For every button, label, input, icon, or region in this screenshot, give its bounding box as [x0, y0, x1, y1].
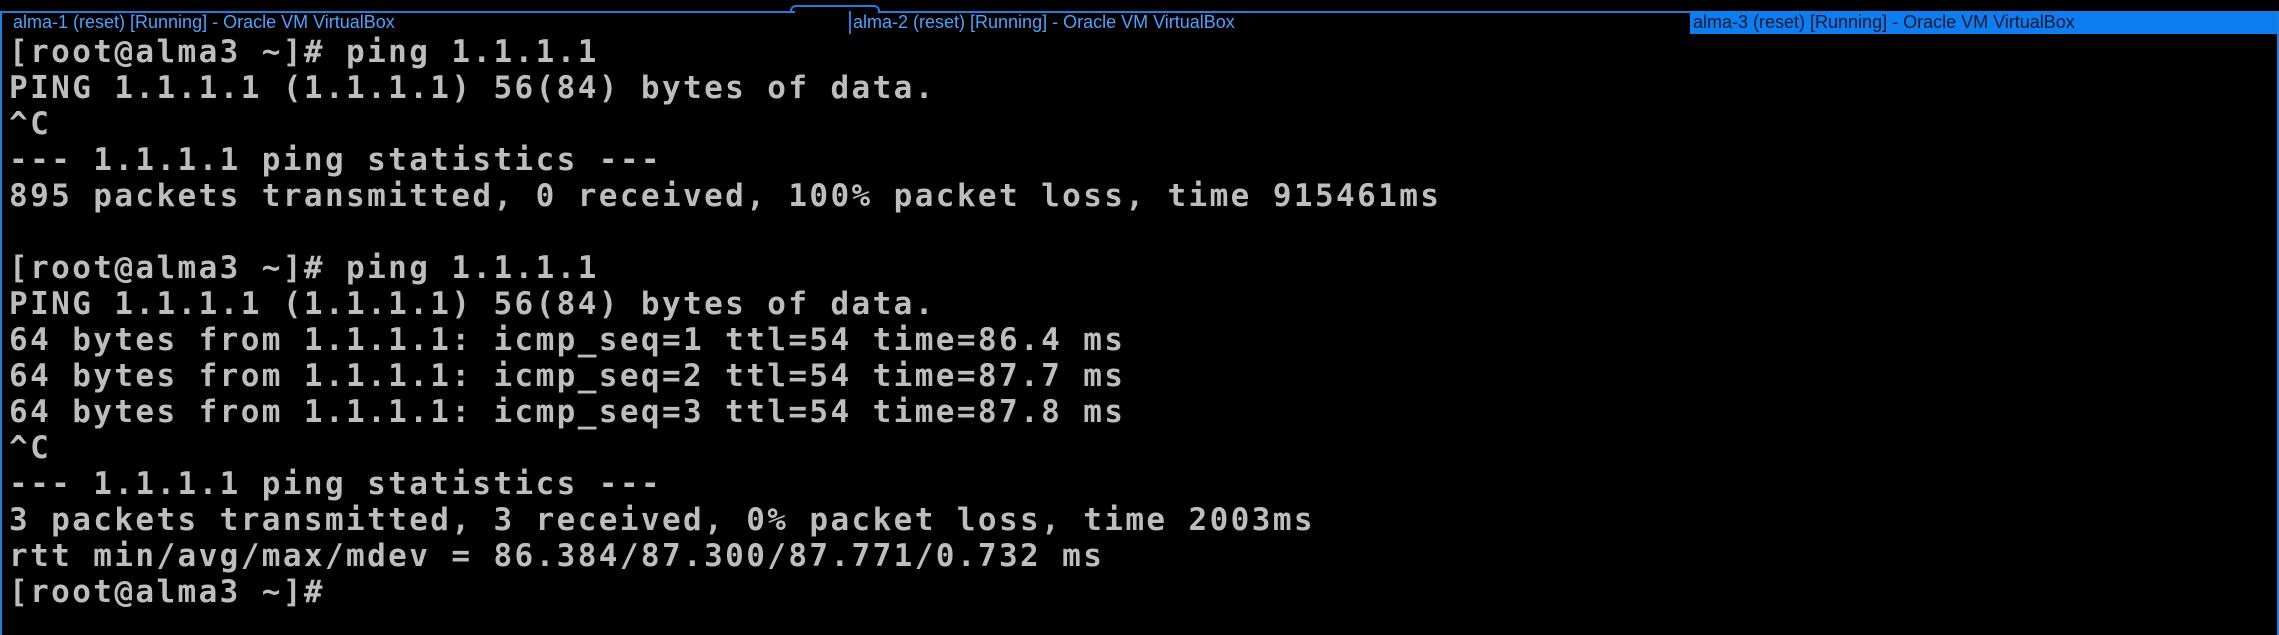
vm-console[interactable]: [root@alma3 ~]# ping 1.1.1.1 PING 1.1.1.… — [9, 34, 2269, 635]
console-line: --- 1.1.1.1 ping statistics --- — [9, 142, 662, 178]
console-line: ^C — [9, 430, 52, 466]
console-line: ^C — [9, 106, 52, 142]
console-line: 895 packets transmitted, 0 received, 100… — [9, 178, 1442, 214]
console-line: 64 bytes from 1.1.1.1: icmp_seq=1 ttl=54… — [9, 322, 1126, 358]
tab-alma-3[interactable]: alma-3 (reset) [Running] - Oracle VM Vir… — [1690, 11, 2279, 34]
console-line: PING 1.1.1.1 (1.1.1.1) 56(84) bytes of d… — [9, 70, 936, 106]
console-line: 3 packets transmitted, 3 received, 0% pa… — [9, 502, 1315, 538]
console-line: [root@alma3 ~]# ping 1.1.1.1 — [9, 250, 599, 286]
console-line: --- 1.1.1.1 ping statistics --- — [9, 466, 662, 502]
window-tab-bar: alma-1 (reset) [Running] - Oracle VM Vir… — [0, 0, 2279, 34]
tab-alma-2[interactable]: alma-2 (reset) [Running] - Oracle VM Vir… — [849, 11, 1691, 34]
console-line: [root@alma3 ~]# ping 1.1.1.1 — [9, 34, 599, 70]
console-line: 64 bytes from 1.1.1.1: icmp_seq=2 ttl=54… — [9, 358, 1126, 394]
console-line: rtt min/avg/max/mdev = 86.384/87.300/87.… — [9, 538, 1105, 574]
console-line: 64 bytes from 1.1.1.1: icmp_seq=3 ttl=54… — [9, 394, 1126, 430]
console-prompt: [root@alma3 ~]# — [9, 574, 325, 610]
tab-alma-1[interactable]: alma-1 (reset) [Running] - Oracle VM Vir… — [0, 11, 850, 34]
window-frame-left — [0, 11, 2, 635]
console-line: PING 1.1.1.1 (1.1.1.1) 56(84) bytes of d… — [9, 286, 936, 322]
